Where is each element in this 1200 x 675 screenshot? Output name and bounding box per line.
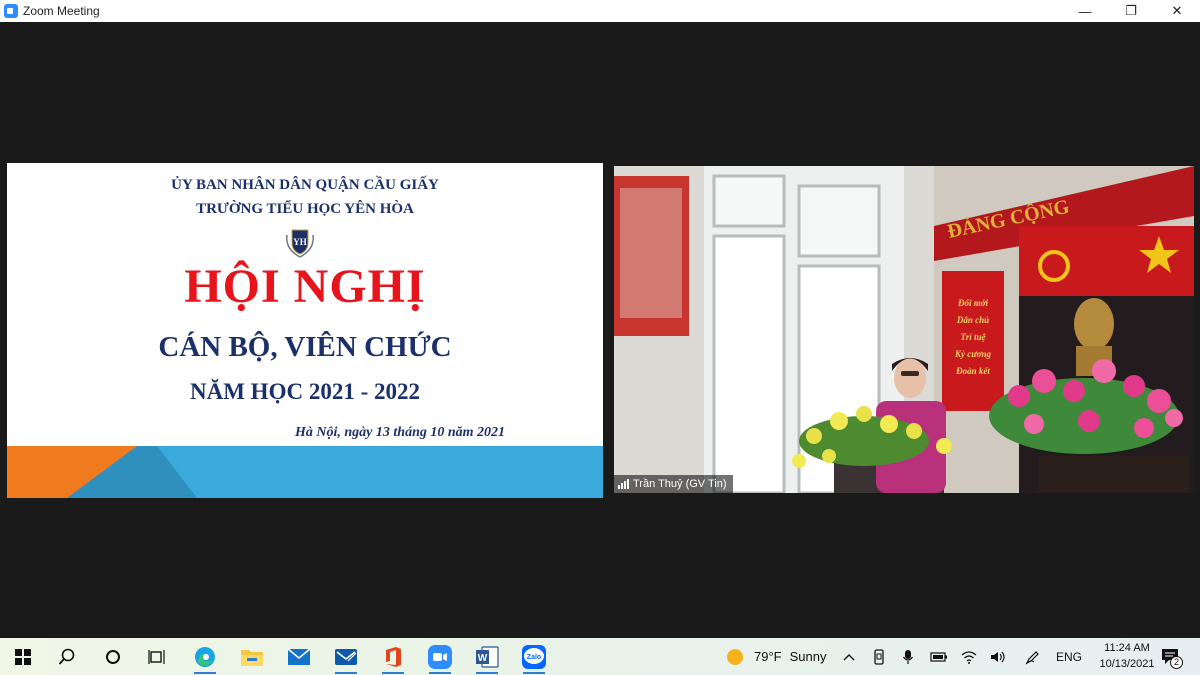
slide-school-line: TRƯỜNG TIỂU HỌC YÊN HÒA — [196, 201, 414, 217]
minimize-button[interactable]: — — [1062, 0, 1108, 22]
word-icon: W — [476, 645, 499, 668]
speaker-icon — [991, 651, 1005, 662]
tray-volume[interactable] — [987, 638, 1009, 675]
taskbar-zoom[interactable] — [425, 638, 455, 675]
weather-widget[interactable]: 79°F Sunny — [726, 638, 830, 675]
notification-center-button[interactable]: 2 — [1156, 638, 1186, 675]
school-emblem-icon: YH — [286, 229, 314, 258]
start-button[interactable] — [8, 638, 38, 675]
slogan-3: Trí tuệ — [961, 332, 987, 342]
tray-battery[interactable] — [927, 638, 951, 675]
zoom-logo-icon — [4, 4, 18, 18]
zalo-text: Zalo — [527, 654, 541, 661]
participant-name-tag: Trần Thuỷ (GV Tin) — [614, 475, 733, 493]
word-letter: W — [478, 653, 488, 664]
tray-wifi[interactable] — [958, 638, 980, 675]
zoom-icon — [428, 644, 452, 669]
active-indicator-zoom — [429, 672, 451, 674]
slogan-5: Đoàn kết — [955, 366, 990, 376]
slide-title: HỘI NGHỊ — [184, 260, 426, 313]
taskbar-outlook[interactable] — [331, 638, 361, 675]
edge-icon — [195, 646, 215, 667]
emblem-letters: YH — [293, 237, 307, 247]
search-icon — [58, 648, 75, 665]
folder-icon — [241, 649, 263, 666]
language-indicator: ENG — [1055, 649, 1082, 664]
zalo-icon: Zalo — [522, 644, 546, 669]
weather-temperature: 79°F — [754, 649, 782, 664]
taskbar-edge[interactable] — [190, 638, 220, 675]
window-titlebar: Zoom Meeting — ❐ ✕ — [0, 0, 1200, 22]
cortana-icon — [106, 649, 120, 664]
taskbar-word[interactable]: W — [472, 638, 502, 675]
close-button[interactable]: ✕ — [1154, 0, 1200, 22]
signal-strength-icon — [618, 479, 629, 489]
task-view-button[interactable] — [142, 638, 172, 675]
slogan-4: Kỷ cương — [954, 349, 991, 359]
windows-taskbar: W Zalo 79°F Sunny ENG 11:24 AM 10/13/202… — [0, 638, 1200, 675]
slide-org-line: ỦY BAN NHÂN DÂN QUẬN CẦU GIẤY — [171, 177, 439, 193]
task-view-icon — [148, 649, 165, 664]
active-indicator-office — [382, 672, 404, 674]
slide-bottom-band — [7, 446, 603, 498]
taskbar-zalo[interactable]: Zalo — [519, 638, 549, 675]
microphone-icon — [903, 649, 913, 664]
taskbar-office[interactable] — [378, 638, 408, 675]
windows-logo-icon — [15, 648, 31, 665]
notification-count-badge: 2 — [1170, 656, 1183, 669]
weather-description: Sunny — [789, 649, 827, 664]
taskbar-file-explorer[interactable] — [237, 638, 267, 675]
wifi-icon — [961, 650, 977, 664]
sun-icon — [727, 648, 743, 665]
shared-screen-slide[interactable]: ỦY BAN NHÂN DÂN QUẬN CẦU GIẤY TRƯỜNG TIỂ… — [7, 163, 603, 498]
window-title: Zoom Meeting — [23, 4, 100, 18]
restore-button[interactable]: ❐ — [1108, 0, 1154, 22]
tray-phone[interactable] — [868, 638, 890, 675]
tray-microphone[interactable] — [897, 638, 919, 675]
clock-date: 10/13/2021 — [1099, 658, 1155, 670]
window-controls: — ❐ ✕ — [1062, 0, 1200, 22]
phone-link-icon — [874, 648, 884, 665]
slide-date: Hà Nội, ngày 13 tháng 10 năm 2021 — [295, 425, 506, 440]
taskbar-mail[interactable] — [284, 638, 314, 675]
show-hidden-icons-button[interactable] — [838, 638, 860, 675]
participant-video[interactable]: ĐẢNG CỘNG Đổi mới Dân chủ Trí tuệ Kỷ cươ… — [614, 166, 1194, 493]
mail-icon — [287, 647, 311, 665]
pen-icon — [1025, 650, 1039, 664]
office-icon — [386, 646, 401, 667]
battery-icon — [930, 651, 947, 662]
video-scene: ĐẢNG CỘNG Đổi mới Dân chủ Trí tuệ Kỷ cươ… — [614, 166, 1194, 493]
taskbar-clock[interactable]: 11:24 AM 10/13/2021 — [1092, 640, 1162, 672]
cortana-button[interactable] — [98, 638, 128, 675]
slogan-1: Đổi mới — [957, 298, 989, 308]
participant-name: Trần Thuỷ (GV Tin) — [633, 478, 727, 490]
input-language-button[interactable]: ENG — [1052, 638, 1086, 675]
search-button[interactable] — [52, 638, 82, 675]
active-indicator-outlook — [335, 672, 357, 674]
chevron-up-icon — [843, 653, 855, 660]
outlook-icon — [335, 648, 357, 665]
slogan-2: Dân chủ — [956, 315, 989, 325]
active-indicator-edge — [194, 672, 216, 674]
meeting-area: ỦY BAN NHÂN DÂN QUẬN CẦU GIẤY TRƯỜNG TIỂ… — [0, 22, 1200, 638]
slide-subtitle: CÁN BỘ, VIÊN CHỨC — [158, 331, 452, 363]
slide-year: NĂM HỌC 2021 - 2022 — [190, 379, 420, 404]
active-indicator-zalo — [523, 672, 545, 674]
clock-time: 11:24 AM — [1104, 642, 1150, 654]
active-indicator-word — [476, 672, 498, 674]
tray-pen[interactable] — [1022, 638, 1044, 675]
